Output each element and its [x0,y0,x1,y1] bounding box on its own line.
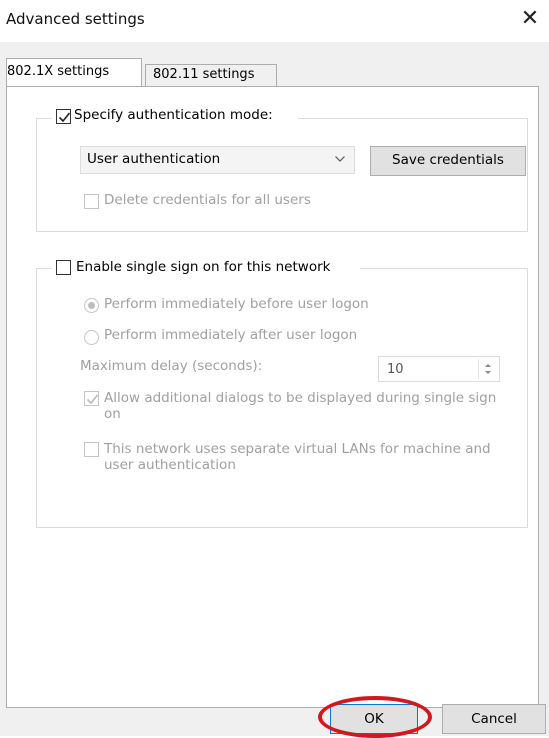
perform-before-logon-radio[interactable] [84,298,99,313]
spinner-arrows[interactable] [478,359,497,379]
auth-mode-select-value: User authentication [87,151,221,167]
auth-mode-select[interactable]: User authentication [80,146,355,174]
enable-sso-label[interactable]: Enable single sign on for this network [76,259,330,275]
max-delay-spinner[interactable]: 10 [378,356,500,382]
ok-annotation-circle [318,696,432,738]
separate-vlans-checkbox[interactable] [84,442,99,457]
save-credentials-label: Save credentials [392,152,504,168]
cancel-label: Cancel [471,711,517,727]
perform-before-logon-label: Perform immediately before user logon [104,296,369,312]
window-title: Advanced settings [6,10,145,28]
allow-additional-dialogs-label: Allow additional dialogs to be displayed… [104,390,497,422]
max-delay-value: 10 [387,362,404,377]
checkmark-icon [86,394,99,405]
perform-after-logon-radio[interactable] [84,330,99,345]
max-delay-label: Maximum delay (seconds): [80,358,263,374]
tab-80211-settings[interactable]: 802.11 settings [145,64,277,88]
perform-after-logon-label: Perform immediately after user logon [104,327,358,343]
advanced-settings-dialog: Advanced settings ✕ 802.1X settings 802.… [0,0,549,738]
delete-credentials-label: Delete credentials for all users [104,192,311,208]
tab-8021x-settings[interactable]: 802.1X settings [6,58,142,86]
tab-80211-label: 802.11 settings [153,67,255,82]
specify-auth-mode-checkbox[interactable] [56,109,71,124]
chevron-down-icon [335,156,345,162]
separate-vlans-label: This network uses separate virtual LANs … [104,441,491,473]
delete-credentials-checkbox[interactable] [84,194,99,209]
specify-auth-mode-label[interactable]: Specify authentication mode: [74,107,273,123]
tab-8021x-label: 802.1X settings [7,64,110,79]
close-icon[interactable]: ✕ [517,4,543,34]
save-credentials-button[interactable]: Save credentials [370,146,526,176]
allow-additional-dialogs-checkbox[interactable] [84,391,99,406]
spin-up-down-icon [485,364,491,374]
cancel-button[interactable]: Cancel [442,704,546,734]
enable-sso-checkbox[interactable] [56,260,71,275]
title-bar: Advanced settings ✕ [0,0,549,42]
checkmark-icon [58,112,71,123]
radio-selected-dot [88,302,95,309]
